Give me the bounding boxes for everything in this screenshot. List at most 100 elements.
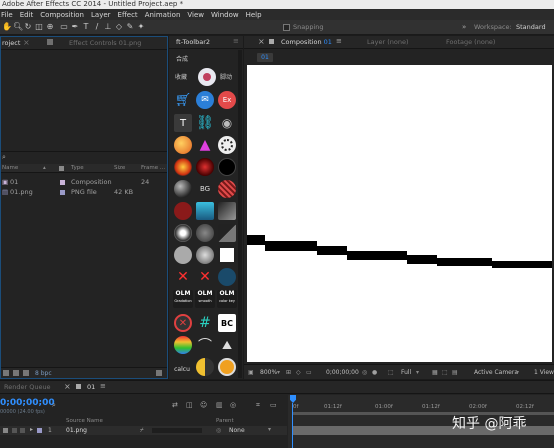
menu-composition[interactable]: Composition [40,11,84,19]
roto-brush-tool-icon[interactable]: ✎ [126,23,134,31]
tab-timeline-comp[interactable]: 01 [87,383,95,391]
timeline-current-time[interactable]: 0;00;00;00 [0,398,55,408]
rectangle-tool-icon[interactable]: ▭ [60,23,68,31]
pen-tool-icon[interactable]: ✒ [71,23,79,31]
column-parent[interactable]: Parent [216,418,234,424]
chevron-down-icon[interactable]: ▾ [268,426,271,433]
expand-arrow-icon[interactable]: ▸ [30,426,33,433]
tab-render-queue[interactable]: Render Queue [4,383,51,391]
menu-effect[interactable]: Effect [118,11,138,19]
transparency-grid-icon[interactable]: ▦ [432,369,440,376]
ex-script-icon[interactable]: Ex [218,91,236,109]
half-circle-icon[interactable] [196,358,214,376]
camera-select[interactable]: Active Camera [474,369,518,376]
layer-label-swatch[interactable] [37,428,42,433]
favorites-label[interactable]: 收藏 [175,72,187,81]
orange-sphere-icon[interactable] [174,136,192,154]
chevron-down-icon[interactable]: ▾ [277,369,280,376]
interpret-footage-icon[interactable] [3,370,9,376]
sort-icon[interactable]: ▴ [43,165,46,171]
workspace-menu-icon[interactable]: » [462,23,471,31]
olm-smooth-button[interactable]: OLM smooth [195,290,215,308]
grid-icon[interactable]: ⊞ [286,369,294,376]
layer-source-name[interactable]: 01.png [66,427,87,434]
close-icon[interactable]: × [258,37,265,46]
ring-icon[interactable] [174,224,192,242]
background-button[interactable]: BG [196,180,214,198]
fast-previews-icon[interactable]: ⬚ [442,369,450,376]
lock-icon[interactable] [269,39,274,44]
view-layout-select[interactable]: 1 View [534,369,554,376]
gear-icon[interactable] [218,358,236,376]
toggle-transparency-icon[interactable]: ▤ [452,369,460,376]
olm-gradation-button[interactable]: OLM Gradation [173,290,193,308]
timeline-layer-row[interactable]: ▸ 1 01.png ⌿ ◎ None ▾ [0,426,287,435]
tab-effect-controls[interactable]: Effect Controls 01.png [69,39,141,47]
current-time-indicator[interactable] [290,395,296,403]
mountain-icon[interactable]: ⛰︎ [218,336,236,354]
pick-whip-icon[interactable]: ◎ [216,427,221,434]
workspace-select[interactable]: Standard [516,23,546,31]
noise-sphere-icon[interactable] [196,224,214,242]
always-preview-icon[interactable]: ▣ [248,369,256,376]
show-channel-icon[interactable]: ● [372,369,380,376]
mail-icon[interactable]: ✉ [196,91,214,109]
calculator-button[interactable]: calcu [173,360,191,378]
camera-tool-icon[interactable]: ◫ [35,23,43,31]
motion-blur-icon[interactable]: ◎ [230,401,236,409]
text-t-icon[interactable]: T [174,114,192,132]
panel-menu-icon[interactable]: ≡ [100,382,106,390]
red-cross-icon[interactable]: ✕ [174,268,192,286]
chevron-down-icon[interactable]: ▾ [416,369,419,376]
tab-project[interactable]: roject [2,39,20,47]
column-source-name[interactable]: Source Name [66,418,103,424]
tab-footage[interactable]: Footage (none) [446,38,495,46]
project-item-row[interactable]: ▣ 01 Composition 24 [1,177,167,187]
curve-icon[interactable]: ⌒ [196,336,214,354]
project-item-row[interactable]: ▤ 01.png PNG file 42 KB [1,187,167,197]
sphere-icon[interactable] [198,68,216,86]
eye-icon[interactable]: ◉ [218,114,236,132]
delete-icon[interactable] [156,370,162,376]
brainstorm-icon[interactable]: ▭ [270,401,277,409]
audio-toggle-icon[interactable] [12,428,17,433]
black-circle-icon[interactable] [218,158,236,176]
resolution-select[interactable]: Full [401,369,411,376]
menu-help[interactable]: Help [246,11,262,19]
brush-tool-icon[interactable]: / [93,23,101,31]
comp-mini-flowchart-icon[interactable]: ⇄ [172,401,178,409]
red-x-circle-icon[interactable]: ✕ [174,314,192,332]
new-folder-icon[interactable] [13,370,19,376]
type-tool-icon[interactable]: T [82,23,90,31]
close-icon[interactable]: × [64,382,71,391]
red-pattern-icon[interactable] [218,180,236,198]
color-depth-button[interactable]: 8 bpc [35,370,52,377]
light-gray-circle-icon[interactable] [174,246,192,264]
clone-stamp-tool-icon[interactable]: ⊥ [104,23,112,31]
menu-file[interactable]: File [1,11,13,19]
rainbow-circle-icon[interactable] [174,336,192,354]
video-toggle-icon[interactable] [3,428,8,433]
label-column-icon[interactable] [59,166,64,171]
run-script-label[interactable]: 脚动 [220,72,232,81]
rotate-tool-icon[interactable]: ↻ [24,23,32,31]
dark-red-circle-icon[interactable] [174,202,192,220]
label-color-swatch[interactable] [60,180,65,185]
bc-button[interactable]: BC [218,314,236,332]
menu-layer[interactable]: Layer [91,11,111,19]
frame-blending-icon[interactable]: ▥ [216,401,223,409]
search-icon[interactable]: ⌕ [52,401,56,410]
link-icon[interactable]: ⛓︎ [196,114,214,132]
eraser-tool-icon[interactable]: ◇ [115,23,123,31]
snapshot-icon[interactable]: ◎ [362,369,370,376]
close-icon[interactable]: × [23,38,30,47]
new-composition-icon[interactable] [23,370,29,376]
menu-animation[interactable]: Animation [145,11,181,19]
menu-window[interactable]: Window [211,11,239,19]
solo-toggle-icon[interactable] [20,428,25,433]
graph-editor-icon[interactable]: ⌗ [256,401,260,410]
pan-behind-tool-icon[interactable]: ⊕ [46,23,54,31]
magnification-select[interactable]: 800% [260,369,277,376]
search-icon[interactable]: ⌕ [2,153,6,162]
blue-circle-icon[interactable] [218,268,236,286]
